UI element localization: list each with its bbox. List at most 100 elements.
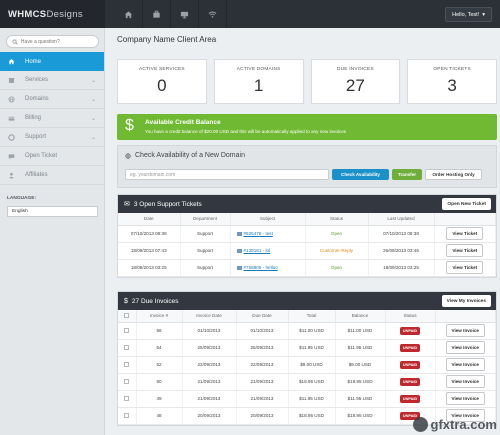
- stat-open-tickets[interactable]: OPEN TICKETS 3: [407, 59, 497, 104]
- chevron-down-icon: ▾: [482, 11, 485, 18]
- invoice-date: 21/09/2013: [182, 373, 237, 391]
- invoice-action-cell: View Invoice: [435, 356, 496, 374]
- ticket-icon: [236, 231, 242, 236]
- view-my-invoices-button[interactable]: View My Invoices: [441, 295, 491, 307]
- wifi-icon[interactable]: [199, 0, 227, 28]
- transfer-button[interactable]: Transfer: [392, 169, 422, 180]
- status-badge: UNPAID: [399, 394, 421, 403]
- credit-text: You have a credit balance of $20.00 USD …: [145, 129, 347, 134]
- sidebar-item-billing[interactable]: Billing ⌄: [0, 109, 104, 128]
- checkbox[interactable]: [124, 312, 130, 318]
- home-icon: [8, 58, 15, 65]
- view-ticket-button[interactable]: View Ticket: [446, 227, 484, 240]
- invoice-number: 54: [136, 339, 183, 357]
- invoice-number: 56: [136, 322, 183, 340]
- sidebar-item-domains[interactable]: Domains ⌄: [0, 90, 104, 109]
- order-hosting-button[interactable]: Order Hosting Only: [425, 169, 482, 180]
- column-header[interactable]: Subject: [230, 213, 306, 226]
- view-ticket-button[interactable]: View Ticket: [446, 244, 484, 257]
- stat-label: ACTIVE SERVICES: [138, 67, 185, 72]
- stat-due-invoices[interactable]: DUE INVOICES 27: [310, 59, 401, 104]
- check-availability-button[interactable]: Check Availability: [332, 169, 389, 180]
- stat-value: 0: [157, 76, 167, 95]
- checkbox[interactable]: [124, 378, 130, 384]
- row-checkbox-cell: [118, 407, 137, 425]
- view-invoice-button[interactable]: View Invoice: [445, 324, 485, 337]
- checkbox[interactable]: [124, 412, 130, 418]
- language-select[interactable]: English: [7, 206, 98, 217]
- column-header[interactable]: Due Date: [236, 310, 289, 323]
- domain-input[interactable]: eg. yourdomain.com: [125, 169, 329, 180]
- credit-balance-alert: $ Available Credit Balance You have a cr…: [117, 114, 497, 140]
- row-checkbox-cell: [118, 356, 137, 374]
- open-new-ticket-button[interactable]: Open New Ticket: [442, 198, 491, 210]
- globe-icon: [125, 152, 131, 159]
- ticket-last-updated: 07/10/2013 08:38: [368, 225, 435, 243]
- sidebar: Home Services ⌄ Domains ⌄ Billing ⌄ Supp…: [0, 28, 105, 435]
- view-invoice-button[interactable]: View Invoice: [445, 341, 485, 354]
- ticket-subject: #139181 - lol: [243, 248, 271, 253]
- stat-active-domains[interactable]: ACTIVE DOMAINS 1: [213, 59, 304, 104]
- stats-row: ACTIVE SERVICES 0 ACTIVE DOMAINS 1 DUE I…: [117, 59, 497, 104]
- ticket-icon: [236, 265, 242, 270]
- cart-icon[interactable]: [143, 0, 171, 28]
- ticket-subject: #625478 - test: [243, 231, 273, 236]
- invoice-total: $11.00 USD: [288, 322, 336, 340]
- column-header[interactable]: Date: [118, 213, 181, 226]
- invoice-total: $9.00 USD: [288, 356, 336, 374]
- sidebar-item-label: Open Ticket: [25, 153, 58, 159]
- invoice-due-date: 25/09/2013: [236, 339, 289, 357]
- invoice-date: 21/09/2013: [182, 390, 237, 408]
- row-checkbox-cell: [118, 322, 137, 340]
- checkbox[interactable]: [124, 361, 130, 367]
- user-menu-button[interactable]: Hello, Test! ▾: [445, 7, 492, 22]
- tickets-title: 3 Open Support Tickets: [133, 200, 202, 208]
- invoices-panel-header: $ 27 Due Invoices View My Invoices: [118, 292, 496, 310]
- watermark-logo-icon: [412, 417, 428, 432]
- view-invoice-button[interactable]: View Invoice: [445, 358, 485, 371]
- ticket-date: 18/09/2013 07:43: [118, 242, 181, 260]
- search-box[interactable]: [6, 35, 99, 48]
- view-invoice-button[interactable]: View Invoice: [445, 375, 485, 388]
- ticket-subject-link[interactable]: #625478 - test: [230, 225, 306, 243]
- monitor-icon[interactable]: [171, 0, 199, 28]
- column-header[interactable]: Status: [305, 213, 369, 226]
- status-badge: UNPAID: [399, 343, 421, 352]
- invoice-action-cell: View Invoice: [435, 322, 496, 340]
- sidebar-item-home[interactable]: Home: [0, 52, 104, 71]
- select-all-header[interactable]: [118, 310, 137, 323]
- stat-active-services[interactable]: ACTIVE SERVICES 0: [117, 59, 207, 104]
- sidebar-item-services[interactable]: Services ⌄: [0, 71, 104, 90]
- checkbox[interactable]: [124, 327, 130, 333]
- column-header: [435, 310, 496, 323]
- column-header[interactable]: Last Updated: [368, 213, 435, 226]
- ticket-subject-link[interactable]: #758805 - helloo: [230, 259, 306, 277]
- invoice-balance: $11.95 USD: [335, 339, 386, 357]
- globe-icon: [8, 95, 15, 103]
- sidebar-item-affiliates[interactable]: Affiliates: [0, 166, 104, 185]
- sidebar-item-label: Support: [25, 134, 47, 140]
- table-row: 50 21/09/2013 21/09/2013 $18.95 USD $18.…: [118, 373, 496, 391]
- column-header[interactable]: Invoice Date: [182, 310, 237, 323]
- column-header[interactable]: Balance: [335, 310, 386, 323]
- column-header[interactable]: Total: [288, 310, 336, 323]
- view-ticket-button[interactable]: View Ticket: [446, 261, 484, 274]
- checkbox[interactable]: [124, 395, 130, 401]
- ticket-subject-link[interactable]: #139181 - lol: [230, 242, 306, 260]
- view-invoice-button[interactable]: View Invoice: [445, 392, 485, 405]
- invoice-due-date: 01/10/2013: [236, 322, 289, 340]
- column-header[interactable]: Status: [385, 310, 436, 323]
- home-icon[interactable]: [115, 0, 143, 28]
- status-badge: UNPAID: [399, 377, 421, 386]
- logo[interactable]: WHMCSDesigns: [0, 0, 105, 28]
- invoice-number: 50: [136, 373, 183, 391]
- sidebar-item-support[interactable]: Support ⌄: [0, 128, 104, 147]
- invoice-status-cell: UNPAID: [385, 373, 436, 391]
- column-header[interactable]: Invoice #: [136, 310, 183, 323]
- sidebar-nav: Home Services ⌄ Domains ⌄ Billing ⌄ Supp…: [0, 52, 104, 185]
- sidebar-item-open-ticket[interactable]: Open Ticket: [0, 147, 104, 166]
- search-input[interactable]: [20, 38, 98, 45]
- main-content: Company Name Client Area ACTIVE SERVICES…: [105, 28, 500, 435]
- column-header[interactable]: Department: [180, 213, 231, 226]
- checkbox[interactable]: [124, 344, 130, 350]
